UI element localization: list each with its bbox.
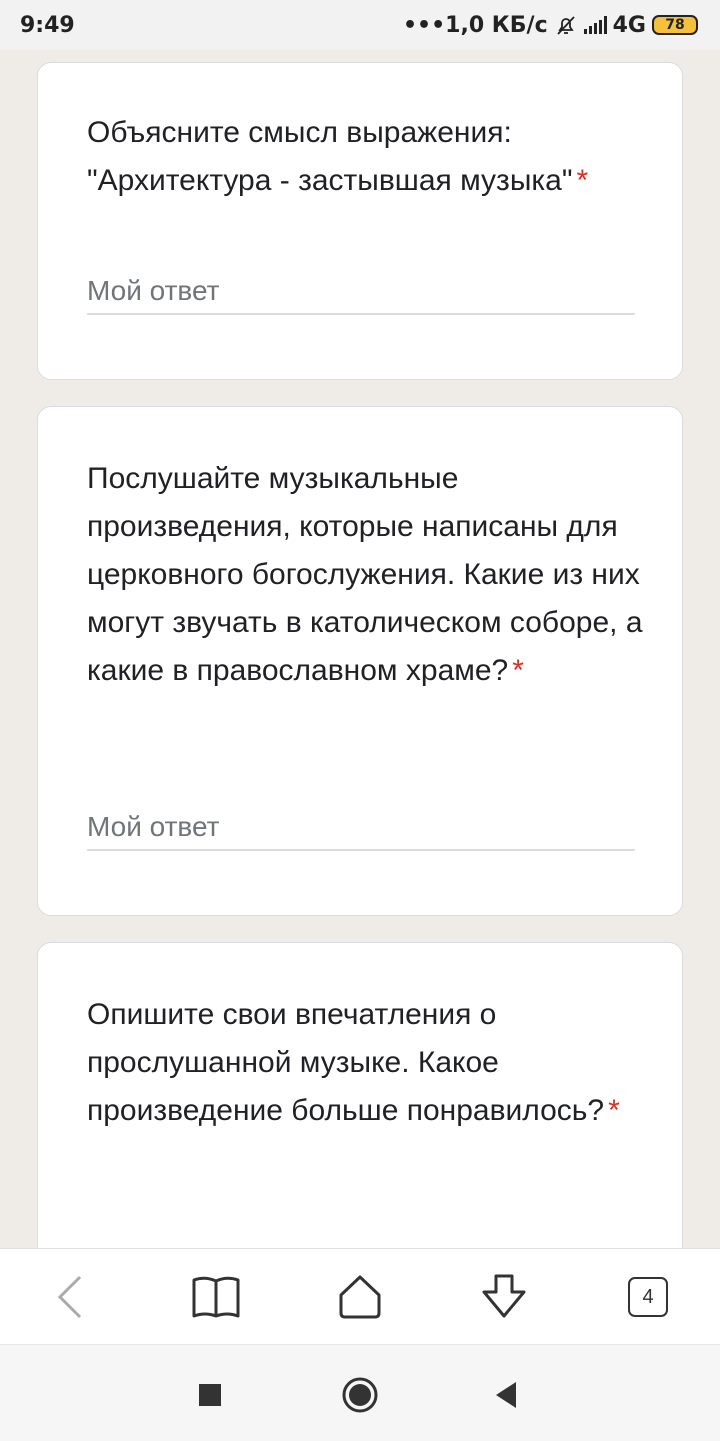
answer-input-1[interactable] — [87, 269, 635, 315]
question-card-3: Опишите свои впечатления о прослушанной … — [37, 942, 683, 1282]
required-asterisk: * — [576, 164, 589, 197]
bookmarks-button[interactable] — [190, 1271, 242, 1323]
question-title: Объясните смысл выражения: "Архитектура … — [87, 109, 647, 205]
network-speed: •••1,0 КБ/с — [402, 12, 548, 38]
question-card-2: Послушайте музыкальные произведения, кот… — [37, 406, 683, 916]
question-title: Опишите свои впечатления о прослушанной … — [87, 991, 647, 1135]
mute-bell-icon — [556, 16, 575, 35]
status-bar: 9:49 •••1,0 КБ/с 4G 78 — [0, 0, 720, 50]
question-text: Объясните смысл выражения: "Архитектура … — [87, 116, 573, 197]
question-title: Послушайте музыкальные произведения, кот… — [87, 455, 647, 695]
system-back-button[interactable] — [484, 1373, 528, 1417]
status-indicators: •••1,0 КБ/с 4G 78 — [403, 13, 698, 38]
download-icon — [482, 1274, 526, 1318]
download-button[interactable] — [478, 1271, 530, 1323]
bookmarks-icon — [192, 1276, 240, 1318]
tabs-button[interactable]: 4 — [622, 1271, 674, 1323]
tab-count: 4 — [642, 1285, 654, 1308]
recents-button[interactable] — [188, 1373, 232, 1417]
question-card-1: Объясните смысл выражения: "Архитектура … — [37, 62, 683, 380]
home-button[interactable] — [334, 1271, 386, 1323]
system-home-button[interactable] — [338, 1373, 382, 1417]
home-icon — [339, 1275, 381, 1319]
battery-level: 78 — [665, 17, 685, 33]
network-type: 4G — [612, 12, 646, 38]
tabs-icon: 4 — [628, 1277, 668, 1317]
battery-icon: 78 — [652, 15, 698, 35]
back-button[interactable] — [44, 1271, 96, 1323]
recents-icon — [199, 1384, 221, 1406]
answer-input-2[interactable] — [87, 805, 635, 851]
required-asterisk: * — [608, 1094, 620, 1127]
back-icon — [57, 1275, 82, 1319]
system-nav-bar — [0, 1344, 720, 1441]
home-circle-icon — [342, 1377, 378, 1413]
status-time: 9:49 — [20, 12, 75, 38]
browser-toolbar: 4 — [0, 1248, 720, 1345]
question-text: Опишите свои впечатления о прослушанной … — [87, 998, 605, 1127]
back-triangle-icon — [496, 1382, 516, 1408]
required-asterisk: * — [512, 654, 524, 687]
signal-icon — [583, 16, 607, 34]
question-text: Послушайте музыкальные произведения, кот… — [87, 462, 643, 687]
